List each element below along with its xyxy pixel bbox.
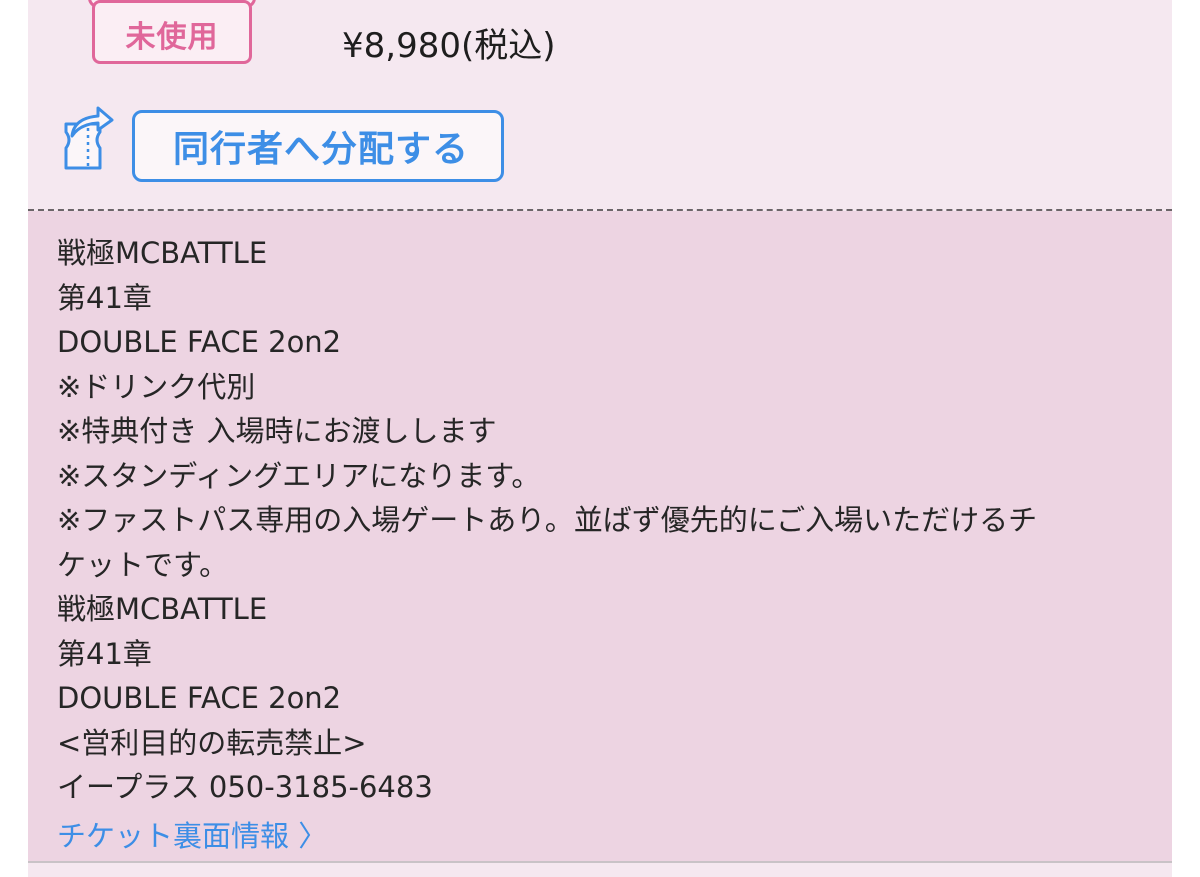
distribute-button-label: 同行者へ分配する [173,129,470,170]
card-footer-strip [28,863,1172,877]
status-badge-label: 未使用 [125,20,219,55]
ticket-backside-info-link[interactable]: チケット裏面情報 〉 [57,814,327,858]
status-badge: 未使用 [92,0,252,64]
info-line: ケットです。 [57,547,229,582]
info-line: <営利目的の転売禁止> [57,725,367,760]
ticket-card: 未使用 ¥8,980(税込) 同行者へ分配する 戦極MCBATTLE 第41章 … [28,0,1172,877]
distribute-to-companion-button[interactable]: 同行者へ分配する [132,110,504,182]
info-line: ※ドリンク代別 [57,369,256,404]
info-line: イープラス 050-3185-6483 [57,770,433,804]
info-line: ※特典付き 入場時にお渡しします [57,414,497,448]
ticket-description: 戦極MCBATTLE 第41章 DOUBLE FACE 2on2 ※ドリンク代別… [57,231,1147,810]
ticket-share-icon [64,106,114,170]
info-line: 第41章 [57,636,152,671]
info-line: 戦極MCBATTLE [57,592,268,626]
info-line: DOUBLE FACE 2on2 [57,681,342,715]
info-line: ※スタンディングエリアになります。 [57,458,541,493]
ticket-price: ¥8,980(税込) [342,26,556,66]
info-line: 第41章 [57,280,152,315]
ticket-summary: 未使用 ¥8,980(税込) 同行者へ分配する [28,0,1172,210]
info-line: ※ファストパス専用の入場ゲートあり。並ばず優先的にご入場いただけるチ [57,503,1038,537]
info-line: 戦極MCBATTLE [57,236,268,270]
info-line: DOUBLE FACE 2on2 [57,325,342,359]
ticket-info-panel: 戦極MCBATTLE 第41章 DOUBLE FACE 2on2 ※ドリンク代別… [28,211,1172,861]
